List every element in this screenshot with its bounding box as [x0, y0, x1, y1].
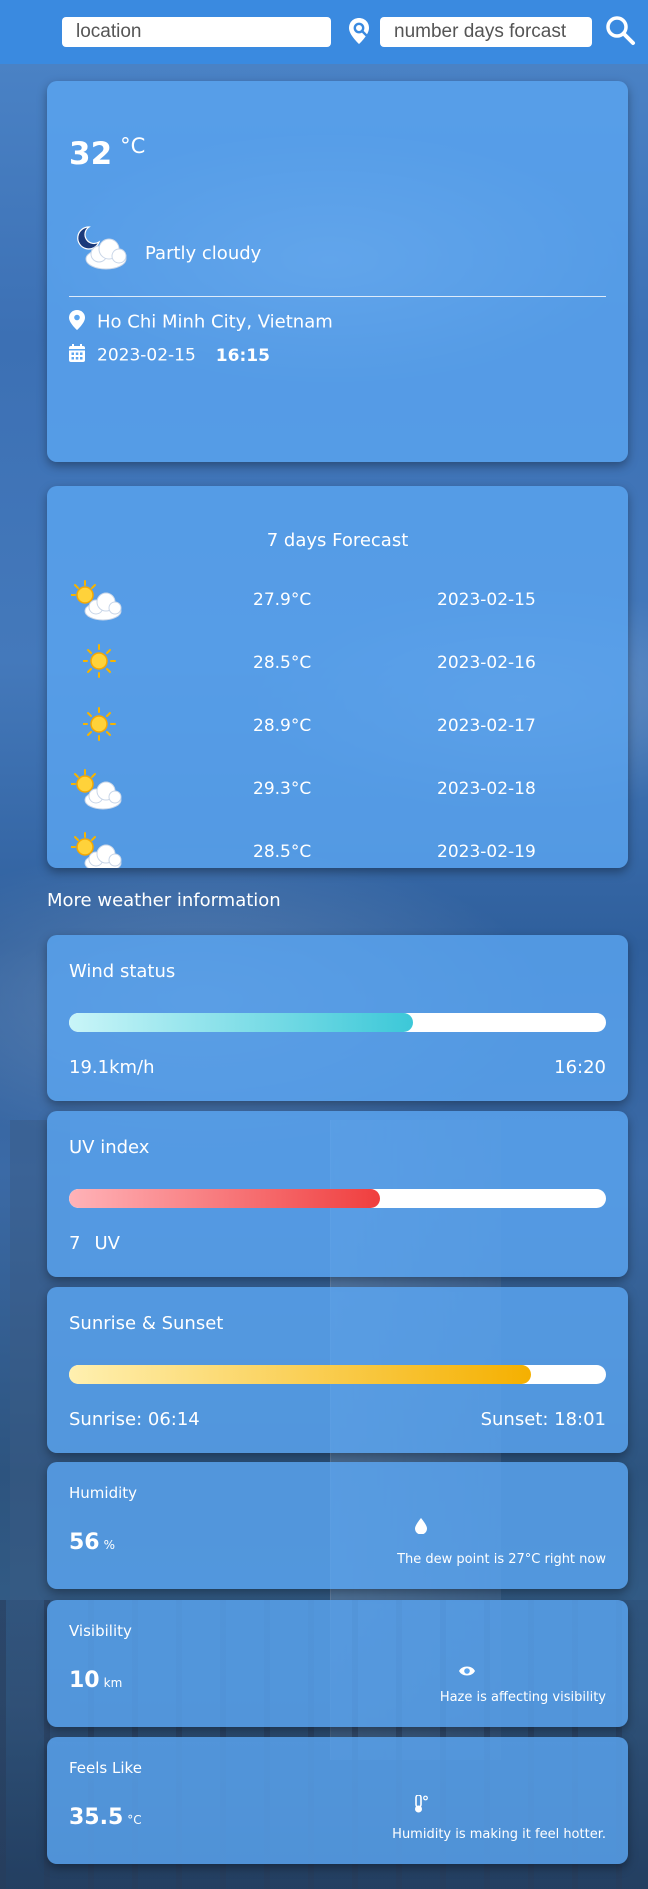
wind-status-card: Wind status 19.1km/h 16:20: [47, 935, 628, 1101]
forecast-date: 2023-02-16: [437, 653, 536, 673]
wind-time: 16:20: [554, 1057, 606, 1078]
visibility-value-row: 10 km: [69, 1668, 122, 1693]
wind-bar-fill: [69, 1013, 413, 1032]
forecast-days-input[interactable]: [380, 17, 592, 47]
feels-like-card: Feels Like 35.5 °C Humidity is making it …: [47, 1737, 628, 1864]
forecast-row: 29.3°C 2023-02-18: [47, 769, 628, 810]
map-pin-search-icon[interactable]: [344, 16, 374, 50]
forecast-row: 27.9°C 2023-02-15: [47, 580, 628, 621]
uv-value-row: 7 UV: [69, 1233, 120, 1254]
visibility-title: Visibility: [69, 1622, 132, 1640]
sunset-time: Sunset: 18:01: [480, 1409, 606, 1430]
feels-like-unit: °C: [127, 1813, 142, 1827]
sunny-icon: [82, 706, 131, 751]
location-text: Ho Chi Minh City, Vietnam: [97, 311, 333, 333]
uv-index-card: UV index 7 UV: [47, 1111, 628, 1277]
more-info-label: More weather information: [47, 890, 281, 911]
sun-bar: [69, 1365, 606, 1384]
visibility-unit: km: [103, 1676, 123, 1690]
partly-cloudy-icon: [70, 580, 125, 627]
sun-title: Sunrise & Sunset: [69, 1313, 224, 1334]
feels-like-value-row: 35.5 °C: [69, 1805, 142, 1830]
forecast-temp: 28.9°C: [253, 716, 312, 736]
search-header: [0, 0, 648, 64]
forecast-card: 7 days Forecast 27.9°C 2023-02-15 28.5°C 20…: [47, 486, 628, 868]
forecast-temp: 27.9°C: [253, 590, 312, 610]
humidity-unit: %: [103, 1538, 116, 1552]
wind-bar: [69, 1013, 606, 1032]
uv-bar: [69, 1189, 606, 1208]
humidity-value: 56: [69, 1530, 100, 1555]
uv-value: 7: [69, 1233, 81, 1254]
forecast-date: 2023-02-18: [437, 779, 536, 799]
uv-bar-fill: [69, 1189, 381, 1208]
current-weather-card: 32 °C Partly cloudy Ho Chi Minh City, Vie…: [47, 81, 628, 462]
forecast-temp: 28.5°C: [253, 653, 312, 673]
night-partly-cloudy-icon: [75, 223, 131, 277]
visibility-card: Visibility 10 km Haze is affecting visibi…: [47, 1600, 628, 1727]
feels-like-note: Humidity is making it feel hotter.: [392, 1827, 606, 1842]
divider: [69, 296, 606, 297]
temperature-value: 32: [69, 136, 113, 172]
forecast-temp: 29.3°C: [253, 779, 312, 799]
sun-bar-fill: [69, 1365, 531, 1384]
condition-text: Partly cloudy: [145, 243, 262, 264]
calendar-icon: [69, 344, 89, 367]
forecast-temp: 28.5°C: [253, 842, 312, 862]
forecast-date: 2023-02-15: [437, 590, 536, 610]
temperature-unit: °C: [120, 134, 146, 158]
forecast-row: 28.5°C 2023-02-19: [47, 832, 628, 868]
location-pin-icon: [69, 310, 89, 335]
humidity-card: Humidity 56% The dew point is 27°C right…: [47, 1462, 628, 1589]
location-row: Ho Chi Minh City, Vietnam: [69, 310, 333, 335]
forecast-row: 28.9°C 2023-02-17: [47, 706, 628, 746]
uv-title: UV index: [69, 1137, 150, 1158]
search-icon[interactable]: [604, 14, 636, 50]
feels-like-value: 35.5: [69, 1805, 124, 1830]
current-temperature: 32 °C: [69, 134, 146, 172]
date-text: 2023-02-15: [97, 345, 196, 366]
location-input[interactable]: [62, 17, 331, 47]
partly-cloudy-icon: [70, 769, 125, 816]
forecast-date: 2023-02-17: [437, 716, 536, 736]
thermometer-icon: [413, 1794, 429, 1817]
forecast-title: 7 days Forecast: [266, 530, 409, 551]
water-drop-icon: [415, 1518, 427, 1538]
partly-cloudy-icon: [70, 832, 125, 868]
forecast-row: 28.5°C 2023-02-16: [47, 643, 628, 683]
humidity-title: Humidity: [69, 1484, 138, 1502]
sunny-icon: [82, 643, 131, 688]
sunrise-time: Sunrise: 06:14: [69, 1409, 200, 1430]
humidity-value-row: 56%: [69, 1530, 115, 1555]
feels-like-title: Feels Like: [69, 1759, 142, 1777]
humidity-note: The dew point is 27°C right now: [397, 1552, 606, 1567]
sunrise-sunset-card: Sunrise & Sunset Sunrise: 06:14 Sunset: …: [47, 1287, 628, 1453]
time-text: 16:15: [215, 345, 270, 366]
eye-icon: [459, 1662, 475, 1681]
visibility-note: Haze is affecting visibility: [439, 1690, 606, 1705]
wind-title: Wind status: [69, 961, 176, 982]
wind-speed: 19.1km/h: [69, 1057, 155, 1078]
date-row: 2023-02-15 16:15: [69, 344, 270, 367]
uv-unit: UV: [94, 1233, 120, 1254]
visibility-value: 10: [69, 1668, 100, 1693]
forecast-date: 2023-02-19: [437, 842, 536, 862]
